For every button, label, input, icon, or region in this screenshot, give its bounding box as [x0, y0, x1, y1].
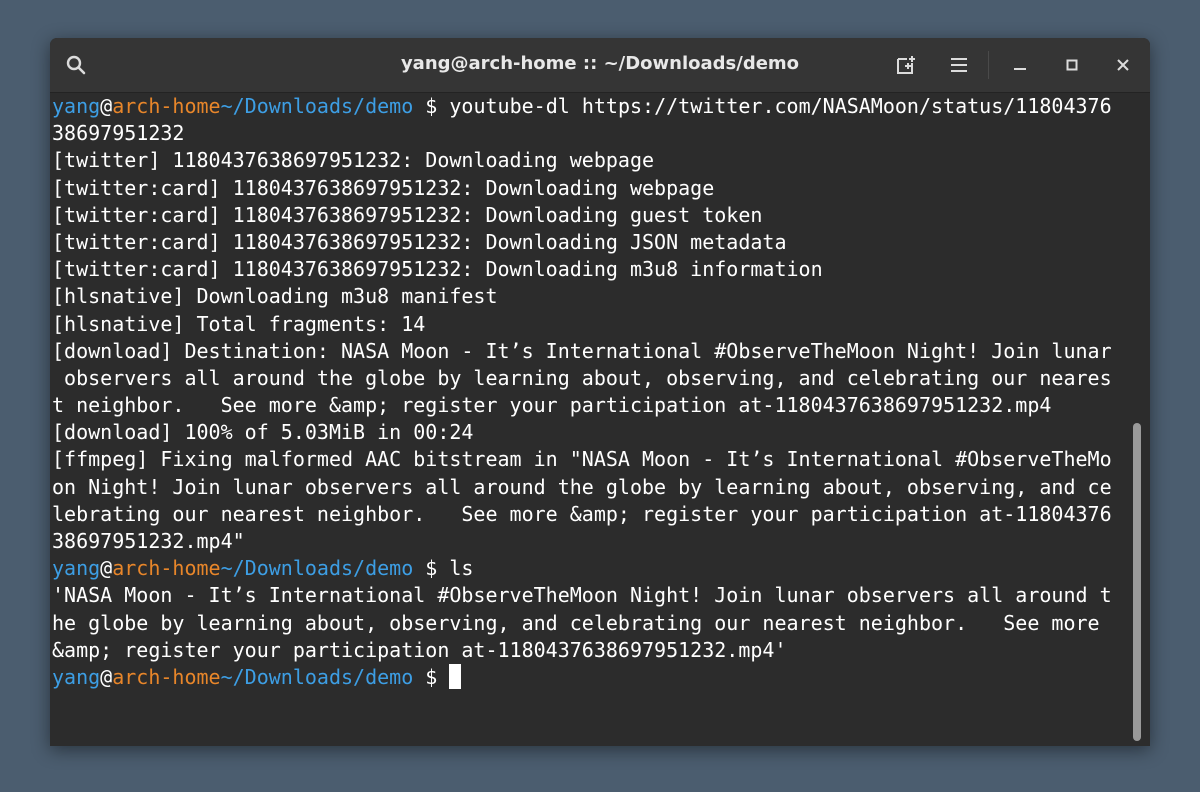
prompt-at: @: [100, 94, 113, 118]
prompt-path: ~/Downloads/demo: [220, 664, 414, 689]
title-bar[interactable]: yang@arch-home :: ~/Downloads/demo: [50, 38, 1150, 93]
output-line: [hlsnative] Downloading m3u8 manifest: [52, 284, 498, 309]
output-line: [ffmpeg] Fixing malformed AAC bitstream …: [52, 447, 1112, 472]
output-line: [twitter:card] 1180437638697951232: Down…: [52, 257, 823, 282]
minimize-icon[interactable]: [1004, 49, 1036, 81]
output-line: 38697951232.mp4": [52, 529, 245, 553]
output-line: he globe by learning about, observing, a…: [52, 610, 1100, 635]
prompt-symbol: $: [413, 664, 450, 689]
terminal-output[interactable]: yang@arch-home~/Downloads/demo $ youtube…: [50, 93, 1130, 746]
prompt-host: arch-home: [112, 556, 221, 581]
text-cursor: [449, 663, 462, 689]
prompt-at: @: [100, 664, 113, 689]
prompt-line: yang@arch-home~/Downloads/demo $: [50, 663, 1130, 691]
output-line: on Night! Join lunar observers all aroun…: [52, 474, 1112, 499]
maximize-icon[interactable]: [1056, 49, 1088, 81]
output-line: [twitter] 1180437638697951232: Downloadi…: [52, 148, 655, 173]
command-text: youtube-dl https://twitter.com/NASAMoon/…: [449, 94, 1112, 118]
vertical-scrollbar[interactable]: [1133, 423, 1141, 741]
output-line: [hlsnative] Total fragments: 14: [52, 311, 426, 336]
prompt-user: yang: [52, 556, 101, 581]
output-line: [twitter:card] 1180437638697951232: Down…: [52, 202, 763, 227]
command-text: ls: [449, 556, 474, 581]
prompt-symbol: $: [413, 94, 450, 118]
window-title: yang@arch-home :: ~/Downloads/demo: [400, 53, 800, 74]
prompt-at: @: [100, 556, 113, 581]
prompt-path: ~/Downloads/demo: [220, 556, 414, 581]
terminal-window: yang@arch-home :: ~/Downloads/demo yang@…: [50, 38, 1150, 746]
output-line: [twitter:card] 1180437638697951232: Down…: [52, 229, 787, 254]
output-line: [download] Destination: NASA Moon - It’s…: [52, 338, 1112, 363]
titlebar-separator: [988, 51, 989, 79]
hamburger-menu-icon[interactable]: [943, 49, 975, 81]
prompt-path: ~/Downloads/demo: [220, 94, 414, 118]
prompt-host: arch-home: [112, 94, 221, 118]
prompt-host: arch-home: [112, 664, 221, 689]
output-line: t neighbor. See more &amp; register your…: [52, 393, 1052, 418]
prompt-line: yang@arch-home~/Downloads/demo $ ls: [50, 555, 1130, 582]
close-icon[interactable]: [1107, 49, 1139, 81]
output-line: [twitter:card] 1180437638697951232: Down…: [52, 175, 715, 200]
output-line: 'NASA Moon - It’s International #Observe…: [52, 583, 1112, 608]
prompt-user: yang: [52, 94, 101, 118]
new-tab-icon[interactable]: [890, 49, 922, 81]
prompt-line: yang@arch-home~/Downloads/demo $ youtube…: [50, 93, 1130, 120]
output-line: 38697951232: [52, 121, 185, 146]
output-line: lebrating our nearest neighbor. See more…: [52, 501, 1112, 526]
output-line: [download] 100% of 5.03MiB in 00:24: [52, 420, 474, 445]
output-line: &amp; register your participation at-118…: [52, 637, 787, 662]
output-line: observers all around the globe by learni…: [52, 365, 1112, 390]
prompt-symbol: $: [413, 556, 450, 581]
prompt-user: yang: [52, 664, 101, 689]
